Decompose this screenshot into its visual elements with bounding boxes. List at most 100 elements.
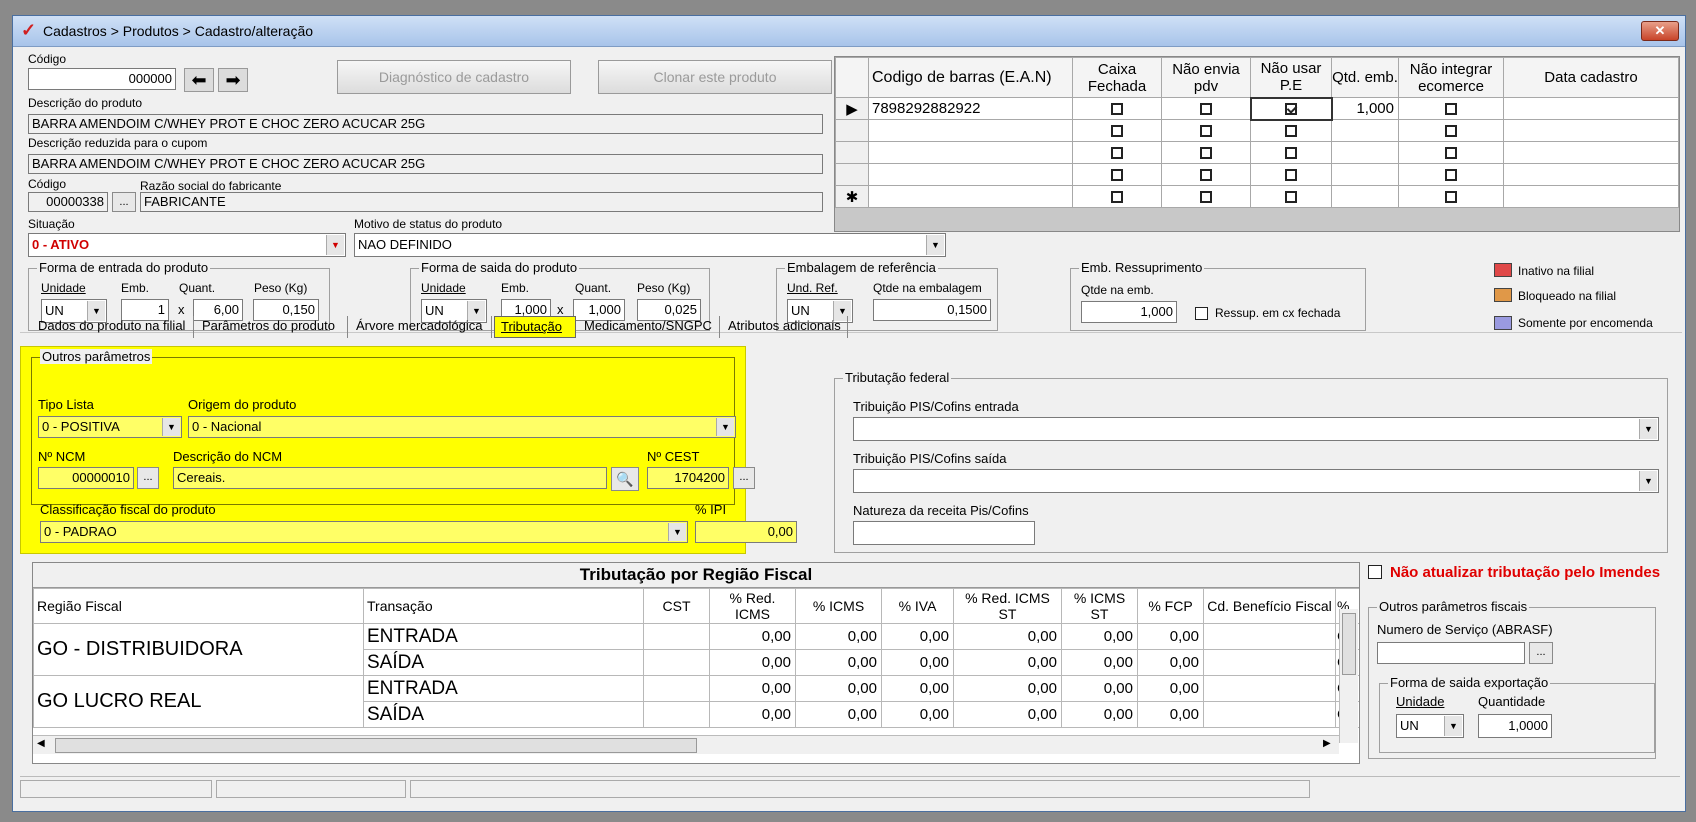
no-pdv-checkbox[interactable] — [1200, 169, 1212, 182]
back-button[interactable]: ⬅ — [184, 68, 214, 92]
nature-input[interactable] — [853, 521, 1035, 545]
horizontal-scroll-thumb[interactable] — [55, 738, 697, 753]
table-row[interactable]: ✱ — [835, 185, 1679, 208]
no-pe-checkbox[interactable] — [1285, 191, 1297, 204]
red-icms-cell[interactable]: 0,00 — [709, 675, 796, 702]
no-pdv-checkbox[interactable] — [1200, 191, 1212, 204]
box-checkbox[interactable] — [1111, 103, 1123, 116]
no-pdv-checkbox[interactable] — [1200, 125, 1212, 138]
scroll-right-icon[interactable]: ▶ — [1323, 738, 1331, 749]
ncm-search-button[interactable]: 🔍 — [611, 467, 639, 491]
tab-medication[interactable]: Medicamento/SNGPC — [578, 316, 720, 338]
fcp-cell[interactable]: 0,00 — [1137, 623, 1204, 650]
no-ecom-checkbox[interactable] — [1445, 103, 1457, 116]
status-select[interactable]: 0 - ATIVO ▼ — [28, 233, 346, 257]
forward-button[interactable]: ➡ — [218, 68, 248, 92]
service-lookup-button[interactable]: ... — [1529, 642, 1553, 664]
ean-cell[interactable]: 7898292882922 — [868, 97, 1073, 120]
red-icms-st-cell[interactable]: 0,00 — [953, 623, 1062, 650]
manufacturer-lookup-button[interactable]: ... — [112, 192, 136, 212]
origin-select[interactable]: 0 - Nacional ▼ — [188, 416, 736, 438]
benefit-cell[interactable] — [1203, 649, 1336, 676]
table-row[interactable] — [835, 119, 1679, 142]
date-cell[interactable] — [1503, 97, 1679, 120]
vertical-scrollbar[interactable] — [1339, 609, 1358, 743]
icms-st-cell[interactable]: 0,00 — [1061, 649, 1138, 676]
table-row[interactable]: GO LUCRO REAL ENTRADA 0,00 0,00 0,00 0,0… — [33, 675, 1359, 728]
no-pe-checkbox[interactable] — [1285, 125, 1297, 138]
ipi-input[interactable]: 0,00 — [695, 521, 797, 543]
resupply-qty-input[interactable]: 1,000 — [1081, 301, 1177, 323]
fcp-cell[interactable]: 0,00 — [1137, 649, 1204, 676]
tab-merch-tree[interactable]: Árvore mercadológica — [350, 316, 492, 338]
cst-cell[interactable] — [643, 675, 710, 702]
fiscal-class-select[interactable]: 0 - PADRAO ▼ — [40, 521, 688, 543]
tab-extra-attributes[interactable]: Atributos adicionais — [722, 316, 848, 338]
no-pdv-checkbox[interactable] — [1200, 147, 1212, 160]
cest-lookup-button[interactable]: ... — [733, 467, 755, 489]
clone-button[interactable]: Clonar este produto — [598, 60, 832, 94]
ncm-input[interactable]: 00000010 — [38, 467, 134, 489]
tab-product-params[interactable]: Parâmetros do produto — [196, 316, 348, 338]
short-description-input[interactable]: BARRA AMENDOIM C/WHEY PROT E CHOC ZERO A… — [28, 154, 823, 174]
resupply-closed-box-checkbox[interactable] — [1195, 307, 1208, 320]
vertical-scroll-thumb[interactable] — [1342, 613, 1356, 675]
status-reason-select[interactable]: NAO DEFINIDO ▼ — [354, 233, 946, 257]
ncm-lookup-button[interactable]: ... — [137, 467, 159, 489]
description-input[interactable]: BARRA AMENDOIM C/WHEY PROT E CHOC ZERO A… — [28, 114, 823, 134]
iva-cell[interactable]: 0,00 — [881, 675, 954, 702]
tab-product-branch[interactable]: Dados do produto na filial — [32, 316, 194, 338]
icms-cell[interactable]: 0,00 — [795, 675, 882, 702]
no-pe-checkbox[interactable] — [1285, 169, 1297, 182]
export-qty-input[interactable]: 1,0000 — [1478, 714, 1552, 738]
no-ecom-checkbox[interactable] — [1445, 125, 1457, 138]
red-icms-cell[interactable]: 0,00 — [709, 623, 796, 650]
cst-cell[interactable] — [643, 701, 710, 728]
red-icms-st-cell[interactable]: 0,00 — [953, 701, 1062, 728]
tab-taxation[interactable]: Tributação — [494, 316, 576, 338]
cest-input[interactable]: 1704200 — [647, 467, 729, 489]
red-icms-cell[interactable]: 0,00 — [709, 649, 796, 676]
benefit-cell[interactable] — [1203, 623, 1336, 650]
box-checkbox[interactable] — [1111, 191, 1123, 204]
icms-st-cell[interactable]: 0,00 — [1061, 623, 1138, 650]
iva-cell[interactable]: 0,00 — [881, 649, 954, 676]
icms-st-cell[interactable]: 0,00 — [1061, 701, 1138, 728]
iva-cell[interactable]: 0,00 — [881, 701, 954, 728]
iva-cell[interactable]: 0,00 — [881, 623, 954, 650]
table-row[interactable] — [835, 141, 1679, 164]
horizontal-scrollbar[interactable]: ◀ ▶ — [33, 735, 1339, 754]
no-pe-checkbox[interactable] — [1285, 103, 1297, 116]
no-ecom-checkbox[interactable] — [1445, 169, 1457, 182]
ncm-desc-input[interactable]: Cereais. — [173, 467, 607, 489]
box-checkbox[interactable] — [1111, 147, 1123, 160]
benefit-cell[interactable] — [1203, 701, 1336, 728]
table-row[interactable]: ▶ 7898292882922 1,000 — [835, 96, 1679, 121]
red-icms-st-cell[interactable]: 0,00 — [953, 675, 1062, 702]
manufacturer-code-input[interactable]: 00000338 — [28, 192, 108, 212]
icms-cell[interactable]: 0,00 — [795, 701, 882, 728]
fcp-cell[interactable]: 0,00 — [1137, 701, 1204, 728]
no-ecom-checkbox[interactable] — [1445, 191, 1457, 204]
cst-cell[interactable] — [643, 623, 710, 650]
red-icms-cell[interactable]: 0,00 — [709, 701, 796, 728]
icms-cell[interactable]: 0,00 — [795, 623, 882, 650]
service-input[interactable] — [1377, 642, 1525, 664]
cst-cell[interactable] — [643, 649, 710, 676]
close-button[interactable]: ✕ — [1641, 21, 1679, 41]
box-checkbox[interactable] — [1111, 169, 1123, 182]
imendes-checkbox[interactable] — [1368, 565, 1382, 579]
pis-in-select[interactable]: ▼ — [853, 417, 1659, 441]
code-input[interactable]: 000000 — [28, 68, 176, 90]
scroll-left-icon[interactable]: ◀ — [37, 738, 45, 749]
no-pdv-checkbox[interactable] — [1199, 103, 1212, 116]
red-icms-st-cell[interactable]: 0,00 — [953, 649, 1062, 676]
benefit-cell[interactable] — [1203, 675, 1336, 702]
table-row[interactable]: GO - DISTRIBUIDORA ENTRADA 0,00 0,00 0,0… — [33, 623, 1359, 676]
list-type-select[interactable]: 0 - POSITIVA ▼ — [38, 416, 182, 438]
icms-st-cell[interactable]: 0,00 — [1061, 675, 1138, 702]
export-unit-select[interactable]: UN ▼ — [1396, 714, 1464, 738]
icms-cell[interactable]: 0,00 — [795, 649, 882, 676]
reference-qty-input[interactable]: 0,1500 — [873, 299, 991, 321]
diagnostic-button[interactable]: Diagnóstico de cadastro — [337, 60, 571, 94]
